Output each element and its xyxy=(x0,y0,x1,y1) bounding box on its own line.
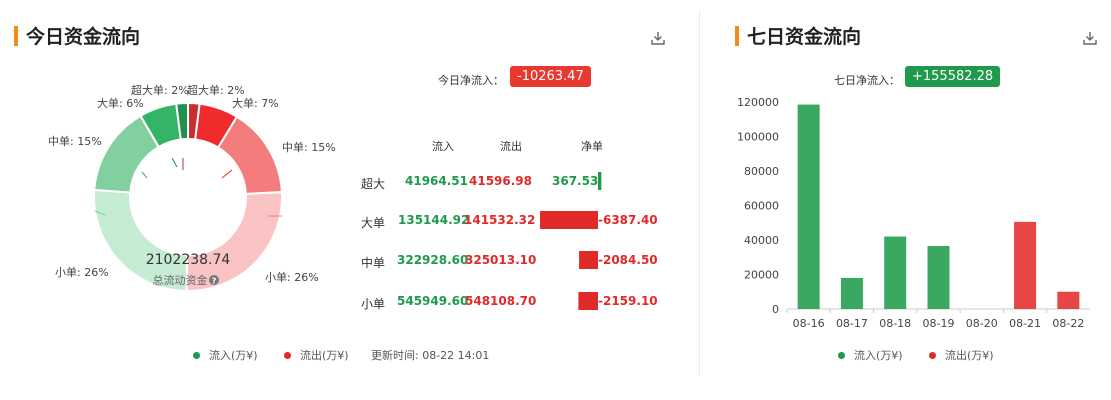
legend-inflow-dot xyxy=(838,351,845,359)
legend-outflow[interactable]: 流出(万¥) xyxy=(284,347,349,363)
legend-inflow[interactable]: 流入(万¥) xyxy=(838,347,903,363)
donut-label-l-in: 大单: 6% xyxy=(97,96,144,110)
net-bar xyxy=(578,292,598,310)
seven-day-net-label: 七日净流入： xyxy=(834,74,900,87)
net-bar xyxy=(598,172,602,190)
day-bar[interactable] xyxy=(1014,221,1037,309)
row-name: 小单 xyxy=(361,297,386,311)
y-tick-label: 60000 xyxy=(744,200,779,213)
seven-day-net-badge: +155582.28 xyxy=(905,66,1001,87)
row-in: 41964.51 xyxy=(405,174,469,188)
day-bar[interactable] xyxy=(840,277,863,309)
legend-outflow-label: 流出(万¥) xyxy=(945,349,994,362)
day-bar[interactable] xyxy=(797,104,820,310)
legend-outflow-dot xyxy=(284,351,291,359)
donut-label-m-out: 中单: 15% xyxy=(282,141,336,154)
legend-outflow[interactable]: 流出(万¥) xyxy=(929,347,994,363)
y-tick-label: 120000 xyxy=(737,96,779,109)
today-net-badge: -10263.47 xyxy=(510,66,591,87)
y-tick-label: 100000 xyxy=(737,131,779,144)
x-tick-label: 08-20 xyxy=(966,317,998,330)
title-accent-bar xyxy=(14,25,18,46)
donut-chart: 2102238.74 总流动资金 ? 超大单: 2% 超大单: 2% 大单: 7… xyxy=(48,83,336,293)
row-name: 超大 xyxy=(361,177,386,191)
x-tick-label: 08-19 xyxy=(923,317,955,330)
x-tick-label: 08-18 xyxy=(879,317,911,330)
download-icon[interactable] xyxy=(650,30,666,46)
legend-outflow-dot xyxy=(929,351,936,359)
y-tick-label: 0 xyxy=(772,303,779,316)
legend-outflow-label: 流出(万¥) xyxy=(300,349,349,362)
net-bar xyxy=(579,251,598,269)
table-header-out: 流出 xyxy=(500,140,522,153)
net-bar xyxy=(540,211,598,229)
seven-day-bar-chart: 0 20000 40000 60000 80000 100000 120000 08-16 08… xyxy=(737,96,1090,330)
donut-label-m-in: 中单: 15% xyxy=(48,135,102,148)
donut-label-s-out: 小单: 26% xyxy=(265,271,319,284)
x-tick-label: 08-21 xyxy=(1009,317,1041,330)
legend-inflow-label: 流入(万¥) xyxy=(854,349,903,362)
x-tick-label: 08-16 xyxy=(793,317,825,330)
row-in: 322928.60 xyxy=(397,253,469,267)
donut-label-xl-out: 超大单: 2% xyxy=(187,83,245,97)
row-in: 545949.60 xyxy=(397,294,469,308)
title-accent-bar xyxy=(735,25,739,46)
net-bar-chart xyxy=(540,172,602,310)
row-in: 135144.92 xyxy=(398,213,470,227)
row-name: 大单 xyxy=(361,216,386,230)
x-tick-label: 08-22 xyxy=(1052,317,1084,330)
legend-inflow-label: 流入(万¥) xyxy=(209,349,258,362)
donut-label-xl-in: 超大单: 2% xyxy=(131,83,189,97)
legend-inflow[interactable]: 流入(万¥) xyxy=(193,347,258,363)
y-tick-label: 80000 xyxy=(744,165,779,178)
day-bar[interactable] xyxy=(927,246,950,309)
day-bar[interactable] xyxy=(884,236,907,309)
donut-label-l-out: 大单: 7% xyxy=(232,96,279,110)
y-tick-label: 20000 xyxy=(744,269,779,282)
legend-inflow-dot xyxy=(193,351,200,359)
seven-day-flow-title-text: 七日资金流向 xyxy=(747,26,862,48)
row-name: 中单 xyxy=(361,256,386,270)
day-bar[interactable] xyxy=(1057,291,1080,309)
donut-center-label: 总流动资金 xyxy=(153,273,208,287)
svg-text:?: ? xyxy=(212,277,217,286)
download-icon[interactable] xyxy=(1082,30,1098,46)
update-time: 更新时间: 08-22 14:01 xyxy=(371,349,490,362)
today-net-label: 今日净流入： xyxy=(438,74,504,87)
today-flow-title-text: 今日资金流向 xyxy=(26,26,141,48)
table-header-net: 净单 xyxy=(581,140,603,153)
donut-center-value: 2102238.74 xyxy=(146,252,231,268)
table-header-in: 流入 xyxy=(432,140,454,153)
panel-divider xyxy=(699,10,700,376)
donut-label-s-in: 小单: 26% xyxy=(55,266,109,279)
seven-day-flow-title: 七日资金流向 xyxy=(735,22,861,49)
today-flow-title: 今日资金流向 xyxy=(14,22,140,49)
y-tick-label: 40000 xyxy=(744,234,779,247)
x-tick-label: 08-17 xyxy=(836,317,868,330)
